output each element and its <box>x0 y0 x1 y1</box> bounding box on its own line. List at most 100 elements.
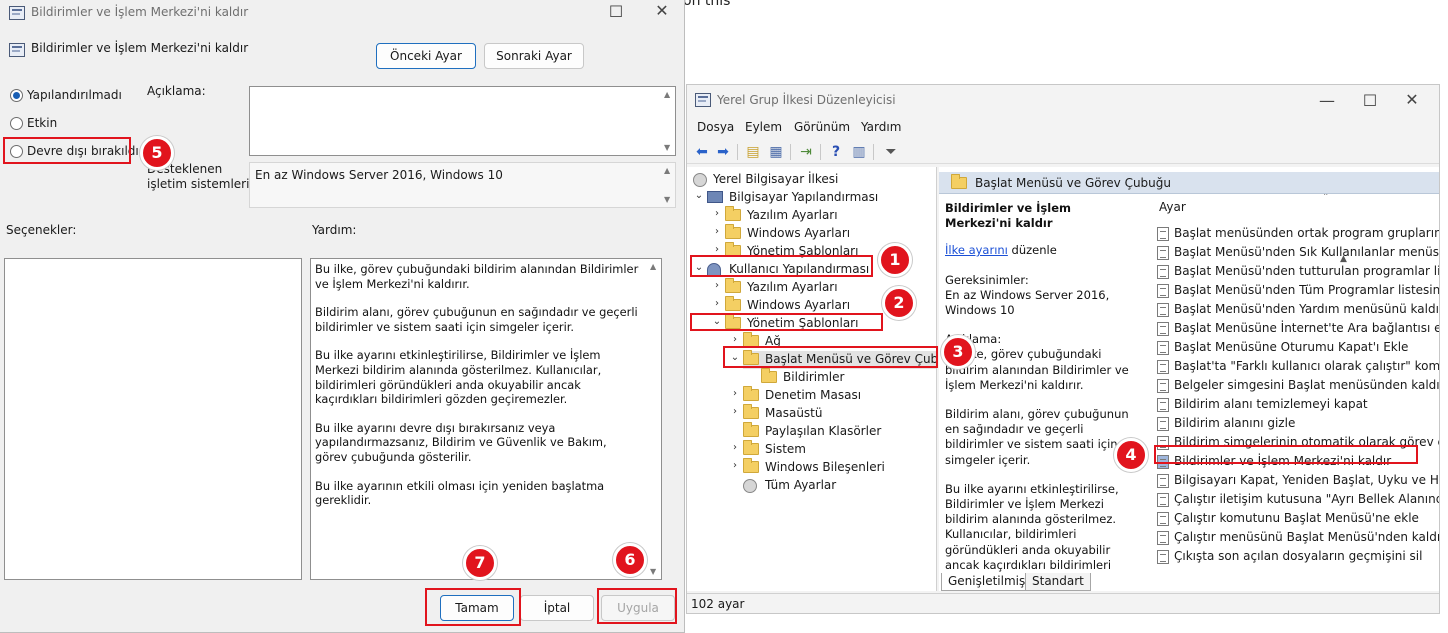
background-text: on this <box>683 0 731 9</box>
up-folder-icon[interactable]: ▤ <box>744 143 762 161</box>
chevron-right-icon[interactable]: › <box>729 334 741 345</box>
close-icon[interactable]: ✕ <box>647 1 677 20</box>
previous-setting-button[interactable]: Önceki Ayar <box>376 43 476 69</box>
all-settings-icon <box>743 479 757 493</box>
folder-icon <box>743 404 759 419</box>
export-list-icon[interactable]: ⇥ <box>797 143 815 161</box>
chevron-right-icon[interactable]: › <box>711 208 723 219</box>
help-scrollbar[interactable]: ▲ ▼ <box>647 259 661 579</box>
help-paragraph: Bu ilke ayarını etkinleştirilirse, Bildi… <box>315 348 602 407</box>
settings-list: ˄ Ayar ▲▼ Başlat menüsünden ortak progra… <box>1139 194 1439 584</box>
policy-setting-icon <box>1157 512 1169 526</box>
folder-icon <box>725 314 741 329</box>
policy-setting-icon <box>1157 227 1169 241</box>
folder-icon <box>743 458 759 473</box>
sort-up-icon[interactable]: ˄ <box>1323 194 1329 204</box>
supported-os-value: En az Windows Server 2016, Windows 10 <box>255 168 503 182</box>
step-marker-6: 6 <box>613 543 647 577</box>
policy-setting-icon <box>1157 341 1169 355</box>
next-setting-button[interactable]: Sonraki Ayar <box>484 43 584 69</box>
help-pane: Bu ilke, görev çubuğundaki bildirim alan… <box>310 258 662 580</box>
editor-app-icon <box>695 93 711 107</box>
help-paragraph: Bildirim alanı, görev çubuğunun en sağın… <box>315 305 638 334</box>
close-icon[interactable]: ✕ <box>1397 90 1427 109</box>
cancel-button[interactable]: İptal <box>520 595 594 621</box>
tab-standard[interactable]: Standart <box>1025 573 1091 591</box>
forward-arrow-icon[interactable]: ➡ <box>714 143 732 161</box>
toolbar: ⬅ ➡ ▤ ▦ ⇥ ? ▥ ⏷ <box>687 140 1439 164</box>
column-header-setting[interactable]: Ayar <box>1159 200 1186 214</box>
radio-not-configured-circle[interactable] <box>10 89 23 102</box>
chevron-down-icon[interactable]: ⌄ <box>693 190 705 201</box>
step-marker-5: 5 <box>140 136 174 170</box>
chevron-right-icon[interactable]: › <box>711 280 723 291</box>
requirements: Gereksinimler: En az Windows Server 2016,… <box>945 272 1110 318</box>
settings-panel: Başlat Menüsü ve Görev Çubuğu Bildirimle… <box>939 167 1439 591</box>
folder-icon <box>761 368 777 383</box>
options-pane <box>4 258 302 580</box>
maximize-icon[interactable]: ☐ <box>601 2 631 21</box>
folder-icon <box>743 440 759 455</box>
chevron-down-icon[interactable]: ⌄ <box>693 262 705 273</box>
status-count: 102 ayar <box>691 597 745 611</box>
comment-scrollbar[interactable]: ▲ ▼ <box>661 87 675 155</box>
chevron-right-icon[interactable]: › <box>711 244 723 255</box>
properties-icon[interactable]: ▥ <box>850 143 868 161</box>
show-hide-tree-icon[interactable]: ▦ <box>767 143 785 161</box>
radio-enabled-circle[interactable] <box>10 117 23 130</box>
apply-button[interactable]: Uygula <box>601 595 675 621</box>
folder-icon <box>725 224 741 239</box>
policy-app-icon <box>9 6 25 20</box>
chevron-right-icon[interactable]: › <box>711 298 723 309</box>
policy-setting-icon <box>1157 303 1169 317</box>
menu-action[interactable]: Eylem <box>745 120 782 134</box>
policy-icon <box>9 43 25 57</box>
panel-header-title: Başlat Menüsü ve Görev Çubuğu <box>975 176 1172 190</box>
menu-bar: Dosya Eylem Görünüm Yardım <box>687 118 1439 138</box>
comment-label: Açıklama: <box>147 84 206 98</box>
chevron-down-icon[interactable]: ⌄ <box>729 352 741 363</box>
maximize-icon[interactable]: ☐ <box>1355 91 1385 110</box>
help-icon[interactable]: ? <box>827 143 845 161</box>
menu-view[interactable]: Görünüm <box>794 120 850 134</box>
folder-icon <box>725 278 741 293</box>
policy-root-icon <box>693 173 707 187</box>
editor-title: Yerel Grup İlkesi Düzenleyicisi <box>717 93 896 107</box>
folder-icon <box>743 350 759 365</box>
menu-file[interactable]: Dosya <box>697 120 734 134</box>
edit-policy-link[interactable]: İlke ayarını <box>945 243 1008 257</box>
chevron-right-icon[interactable]: › <box>711 226 723 237</box>
chevron-down-icon[interactable]: ⌄ <box>711 316 723 327</box>
help-paragraph: Bu ilke ayarını devre dışı bırakırsanız … <box>315 420 607 464</box>
dialog-title: Bildirimler ve İşlem Merkezi'ni kaldır <box>31 5 249 19</box>
policy-setting-icon <box>1157 398 1169 412</box>
menu-help[interactable]: Yardım <box>861 120 901 134</box>
filter-icon[interactable]: ⏷ <box>882 143 900 161</box>
minimize-icon[interactable]: — <box>1312 91 1342 110</box>
chevron-right-icon[interactable]: › <box>729 460 741 471</box>
folder-icon <box>743 386 759 401</box>
folder-icon <box>743 332 759 347</box>
step-marker-4: 4 <box>1114 438 1148 472</box>
comment-textarea[interactable]: ▲ ▼ <box>249 86 676 156</box>
supported-os-field: En az Windows Server 2016, Windows 10 ▲ ▼ <box>249 162 676 208</box>
tab-extended[interactable]: Genişletilmiş <box>941 573 1033 591</box>
dialog-titlebar: Bildirimler ve İşlem Merkezi'ni kaldır ☐… <box>0 0 684 26</box>
description-title: Bildirimler ve İşlem Merkezi'ni kaldır <box>945 201 1071 231</box>
policy-setting-icon <box>1157 474 1169 488</box>
step-marker-1: 1 <box>878 243 912 277</box>
supported-os-scrollbar[interactable]: ▲ ▼ <box>661 163 675 207</box>
folder-icon <box>743 422 759 437</box>
ok-button[interactable]: Tamam <box>440 595 514 621</box>
chevron-right-icon[interactable]: › <box>729 406 741 417</box>
user-icon <box>707 263 721 277</box>
radio-disabled-circle[interactable] <box>10 145 23 158</box>
description-paragraph: Bildirim alanı, görev çubuğunun en sağın… <box>945 407 1129 467</box>
policy-tree: Yerel Bilgisayar İlkesi ⌄ Bilgisayar Yap… <box>687 167 937 591</box>
back-arrow-icon[interactable]: ⬅ <box>693 143 711 161</box>
chevron-right-icon[interactable]: › <box>729 442 741 453</box>
editor-titlebar: Yerel Grup İlkesi Düzenleyicisi — ☐ ✕ <box>687 90 1439 117</box>
chevron-right-icon[interactable]: › <box>729 388 741 399</box>
folder-icon <box>725 242 741 257</box>
description-edit-line: İlke ayarını düzenle <box>945 243 1057 258</box>
